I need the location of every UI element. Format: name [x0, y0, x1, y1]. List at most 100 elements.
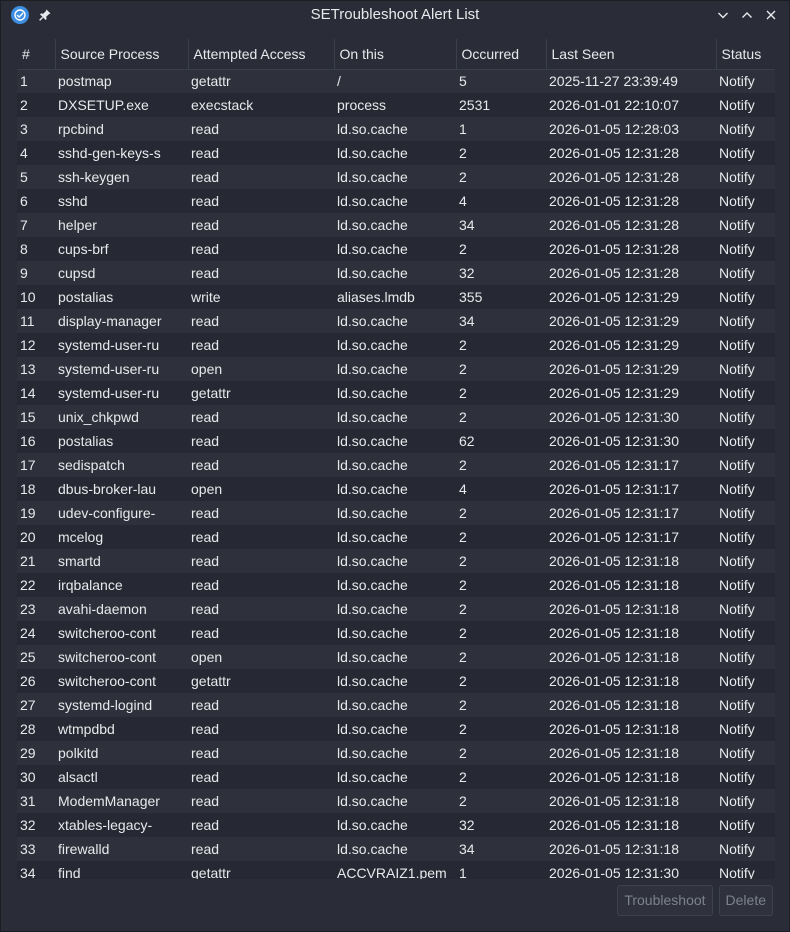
table-row[interactable]: 15 unix_chkpwd read ld.so.cache 2 2026-01-05 …	[17, 405, 775, 429]
table-row[interactable]: 6 sshd read ld.so.cache 4 2026-01-05 12:31:28…	[17, 189, 775, 213]
table-row[interactable]: 33 firewalld read ld.so.cache 34 2026-01-05 1…	[17, 837, 775, 861]
cell-occurred: 32	[456, 813, 546, 837]
table-row[interactable]: 11 display-manager read ld.so.cache 34 2026-0…	[17, 309, 775, 333]
cell-source-process: firewalld	[55, 837, 188, 861]
minimize-button[interactable]	[713, 5, 733, 25]
cell-status: Notify	[716, 309, 775, 333]
table-row[interactable]: 27 systemd-logind read ld.so.cache 2 2026-01-…	[17, 693, 775, 717]
cell-status: Notify	[716, 669, 775, 693]
table-row[interactable]: 7 helper read ld.so.cache 34 2026-01-05 12:31…	[17, 213, 775, 237]
alert-table[interactable]: # Source Process Attempted Access On this Oc…	[17, 39, 775, 879]
close-button[interactable]	[761, 5, 781, 25]
table-row[interactable]: 13 systemd-user-ru open ld.so.cache 2 2026-01…	[17, 357, 775, 381]
cell-on-this: ld.so.cache	[334, 237, 456, 261]
close-icon	[766, 10, 776, 20]
cell-on-this: ld.so.cache	[334, 357, 456, 381]
table-row[interactable]: 34 find getattr ACCVRAIZ1.pem 1 2026-01-05 12…	[17, 861, 775, 879]
table-row[interactable]: 2 DXSETUP.exe execstack process 2531 2026-01-…	[17, 93, 775, 117]
table-row[interactable]: 17 sedispatch read ld.so.cache 2 2026-01-05 1…	[17, 453, 775, 477]
cell-occurred: 62	[456, 429, 546, 453]
cell-source-process: sshd	[55, 189, 188, 213]
column-header-on-this[interactable]: On this	[334, 39, 457, 70]
cell-number: 4	[17, 141, 55, 165]
cell-last-seen: 2026-01-05 12:31:29	[546, 309, 716, 333]
table-row[interactable]: 8 cups-brf read ld.so.cache 2 2026-01-05 12:3…	[17, 237, 775, 261]
cell-status: Notify	[716, 813, 775, 837]
cell-number: 33	[17, 837, 55, 861]
column-header-number[interactable]: #	[17, 39, 56, 70]
setroubleshoot-app-icon[interactable]	[11, 6, 29, 24]
table-row[interactable]: 28 wtmpdbd read ld.so.cache 2 2026-01-05 12:3…	[17, 717, 775, 741]
cell-attempted-access: read	[188, 621, 334, 645]
cell-last-seen: 2026-01-05 12:31:18	[546, 741, 716, 765]
cell-last-seen: 2026-01-05 12:31:17	[546, 525, 716, 549]
cell-status: Notify	[716, 861, 775, 879]
column-header-source-process[interactable]: Source Process	[55, 39, 189, 70]
cell-number: 8	[17, 237, 55, 261]
cell-number: 17	[17, 453, 55, 477]
cell-number: 28	[17, 717, 55, 741]
title-bar[interactable]: SETroubleshoot Alert List	[1, 1, 789, 29]
cell-attempted-access: read	[188, 741, 334, 765]
table-row[interactable]: 31 ModemManager read ld.so.cache 2 2026-01-05…	[17, 789, 775, 813]
cell-status: Notify	[716, 645, 775, 669]
table-row[interactable]: 3 rpcbind read ld.so.cache 1 2026-01-05 12:28…	[17, 117, 775, 141]
cell-status: Notify	[716, 429, 775, 453]
pin-icon[interactable]	[37, 7, 53, 23]
cell-on-this: ld.so.cache	[334, 117, 456, 141]
table-row[interactable]: 29 polkitd read ld.so.cache 2 2026-01-05 12:3…	[17, 741, 775, 765]
cell-on-this: ld.so.cache	[334, 645, 456, 669]
cell-number: 29	[17, 741, 55, 765]
cell-occurred: 2	[456, 741, 546, 765]
cell-number: 34	[17, 861, 55, 879]
table-row[interactable]: 25 switcheroo-cont open ld.so.cache 2 2026-01…	[17, 645, 775, 669]
table-row[interactable]: 26 switcheroo-cont getattr ld.so.cache 2 2026…	[17, 669, 775, 693]
cell-number: 9	[17, 261, 55, 285]
cell-attempted-access: read	[188, 405, 334, 429]
table-row[interactable]: 22 irqbalance read ld.so.cache 2 2026-01-05 1…	[17, 573, 775, 597]
delete-button[interactable]: Delete	[718, 885, 773, 916]
cell-attempted-access: getattr	[188, 381, 334, 405]
column-header-status[interactable]: Status	[716, 39, 775, 70]
cell-last-seen: 2026-01-05 12:31:17	[546, 453, 716, 477]
table-row[interactable]: 19 udev-configure-read ld.so.cache 2 2026-01…	[17, 501, 775, 525]
column-header-occurred[interactable]: Occurred	[456, 39, 547, 70]
table-row[interactable]: 32 xtables-legacy-read ld.so.cache 32 2026-0…	[17, 813, 775, 837]
cell-occurred: 2	[456, 525, 546, 549]
table-row[interactable]: 14 systemd-user-ru getattr ld.so.cache 2 2026…	[17, 381, 775, 405]
table-row[interactable]: 21 smartd read ld.so.cache 2 2026-01-05 12:31…	[17, 549, 775, 573]
cell-number: 27	[17, 693, 55, 717]
table-row[interactable]: 20 mcelog read ld.so.cache 2 2026-01-05 12:31…	[17, 525, 775, 549]
table-row[interactable]: 5 ssh-keygen read ld.so.cache 2 2026-01-05 12…	[17, 165, 775, 189]
cell-source-process: rpcbind	[55, 117, 188, 141]
table-row[interactable]: 1 postmap getattr/5 2025-11-27 23:39:49 Noti…	[17, 69, 775, 93]
table-row[interactable]: 24 switcheroo-cont read ld.so.cache 2 2026-01…	[17, 621, 775, 645]
cell-last-seen: 2026-01-05 12:31:18	[546, 717, 716, 741]
cell-on-this: ld.so.cache	[334, 693, 456, 717]
cell-status: Notify	[716, 93, 775, 117]
cell-status: Notify	[716, 741, 775, 765]
column-header-last-seen[interactable]: Last Seen	[546, 39, 717, 70]
maximize-button[interactable]	[737, 5, 757, 25]
cell-last-seen: 2026-01-05 12:31:18	[546, 669, 716, 693]
cell-last-seen: 2026-01-05 12:28:03	[546, 117, 716, 141]
table-row[interactable]: 12 systemd-user-ru read ld.so.cache 2 2026-01…	[17, 333, 775, 357]
cell-occurred: 2	[456, 141, 546, 165]
table-row[interactable]: 23 avahi-daemon read ld.so.cache 2 2026-01-05…	[17, 597, 775, 621]
cell-status: Notify	[716, 837, 775, 861]
table-row[interactable]: 18 dbus-broker-lau open ld.so.cache 4 2026-01…	[17, 477, 775, 501]
cell-status: Notify	[716, 165, 775, 189]
troubleshoot-button[interactable]: Troubleshoot	[617, 885, 713, 916]
column-header-attempted-access[interactable]: Attempted Access	[188, 39, 335, 70]
table-row[interactable]: 16 postalias read ld.so.cache 62 2026-01-05 1…	[17, 429, 775, 453]
table-row[interactable]: 4 sshd-gen-keys-s read ld.so.cache 2 2026-01-…	[17, 141, 775, 165]
cell-number: 26	[17, 669, 55, 693]
table-row[interactable]: 10 postalias write aliases.lmdb 355 2026-01-0…	[17, 285, 775, 309]
cell-number: 32	[17, 813, 55, 837]
cell-status: Notify	[716, 189, 775, 213]
cell-attempted-access: read	[188, 813, 334, 837]
alert-table-frame[interactable]: # Source Process Attempted Access On this Oc…	[17, 39, 775, 879]
cell-attempted-access: read	[188, 717, 334, 741]
table-row[interactable]: 30 alsactl read ld.so.cache 2 2026-01-05 12:3…	[17, 765, 775, 789]
table-row[interactable]: 9 cupsd read ld.so.cache 32 2026-01-05 12:31:…	[17, 261, 775, 285]
